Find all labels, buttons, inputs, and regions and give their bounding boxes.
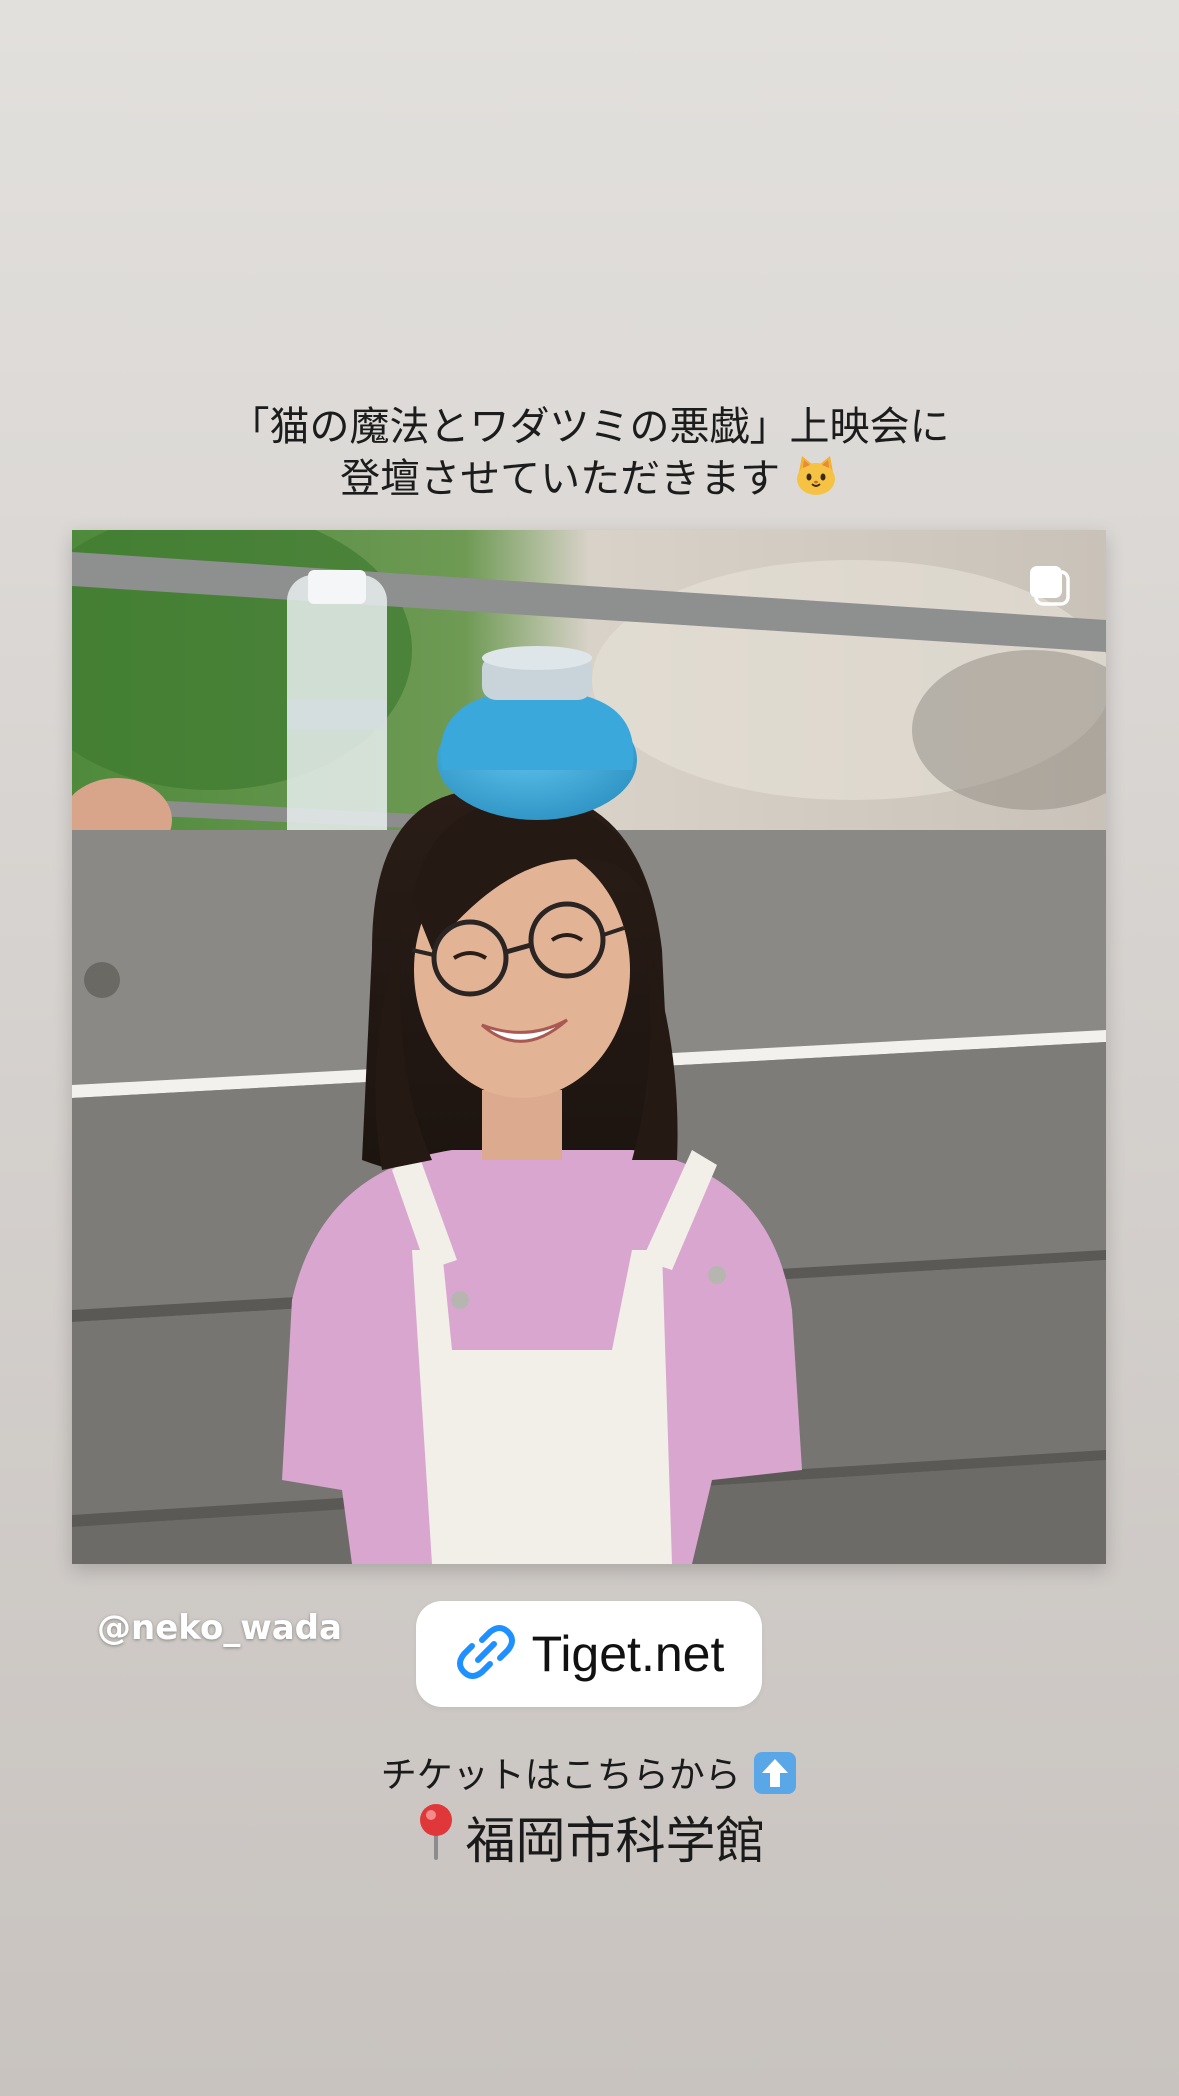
venue-name: 福岡市科学館 [465, 1812, 766, 1870]
venue-label: 福岡市科学館 [0, 1801, 1179, 1873]
mention-sticker[interactable]: @neko_wada [97, 1608, 342, 1648]
link-icon [454, 1620, 518, 1688]
story-photo [72, 530, 1106, 1564]
round-pushpin-icon [414, 1802, 458, 1872]
link-sticker[interactable]: Tiget.net [416, 1601, 762, 1707]
story-title: 「猫の魔法とワダツミの悪戯」上映会に 登壇させていただきます [0, 402, 1179, 510]
up-arrow-icon [752, 1750, 798, 1805]
photo-of-girl-with-ice-pack [72, 530, 1106, 1564]
ticket-caption: チケットはこちらから [0, 1746, 1179, 1805]
multiple-images-icon [1026, 562, 1074, 610]
link-label: Tiget.net [531, 1626, 725, 1682]
cat-face-icon [793, 452, 839, 510]
title-line-2: 登壇させていただきます [340, 456, 781, 502]
title-line-2-row: 登壇させていただきます [0, 452, 1179, 510]
title-line-1: 「猫の魔法とワダツミの悪戯」上映会に [229, 404, 950, 450]
ticket-text: チケットはこちらから [380, 1755, 741, 1796]
